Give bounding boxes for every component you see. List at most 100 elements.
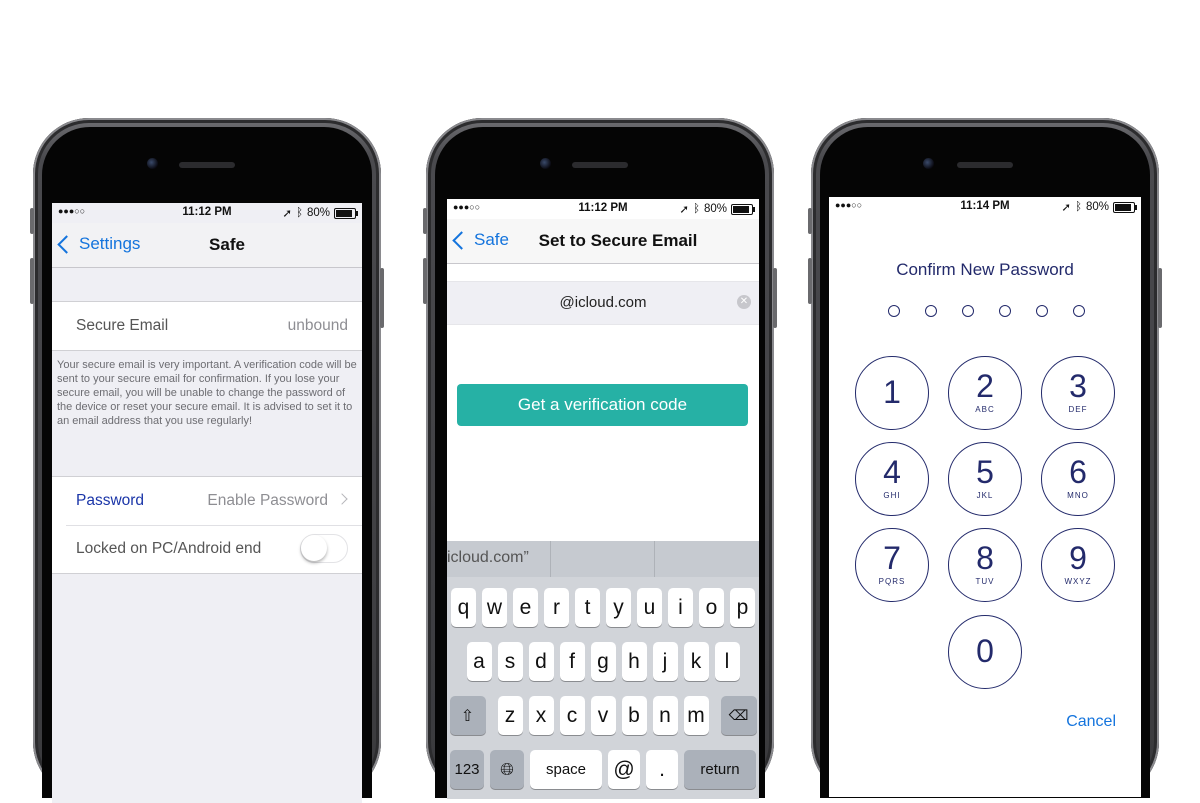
numbers-key[interactable]: 123 bbox=[450, 750, 484, 789]
screen-safe-settings: ●●●○○ 11:12 PM ➚ ᛒ 80% Settings Safe Secur… bbox=[52, 203, 362, 803]
key-row-1: qwertyuiop bbox=[447, 588, 759, 627]
delete-key[interactable]: ⌫ bbox=[720, 696, 757, 735]
get-verification-code-button[interactable]: Get a verification code bbox=[457, 384, 748, 426]
locked-label: Locked on PC/Android end bbox=[76, 540, 262, 557]
status-bar: ●●●○○ 11:14 PM ➚ ᛒ 80% bbox=[829, 197, 1141, 217]
key-row-4: 123 🌐︎ space @ . return bbox=[447, 750, 759, 789]
keypad-digit-5[interactable]: 5 JKL bbox=[948, 442, 1022, 516]
status-bar: ●●●○○ 11:12 PM ➚ ᛒ 80% bbox=[447, 199, 759, 219]
earpiece-speaker bbox=[179, 162, 235, 168]
key-r[interactable]: r bbox=[544, 588, 569, 627]
key-k[interactable]: k bbox=[683, 642, 709, 681]
key-x[interactable]: x bbox=[528, 696, 554, 735]
earpiece-speaker bbox=[957, 162, 1013, 168]
keypad-letters: ABC bbox=[975, 405, 995, 414]
keypad-letters: PQRS bbox=[878, 577, 906, 586]
key-i[interactable]: i bbox=[668, 588, 693, 627]
keypad-digit-label: 9 bbox=[1069, 540, 1087, 576]
keypad-digit-9[interactable]: 9 WXYZ bbox=[1041, 528, 1115, 602]
key-b[interactable]: b bbox=[621, 696, 647, 735]
keypad-digit-label: 8 bbox=[976, 540, 994, 576]
password-value: Enable Password bbox=[207, 492, 328, 509]
keypad-digit-label: 7 bbox=[883, 540, 901, 576]
battery-icon bbox=[1113, 201, 1137, 213]
keypad-digit-3[interactable]: 3 DEF bbox=[1041, 356, 1115, 430]
key-o[interactable]: o bbox=[699, 588, 724, 627]
locked-cell: Locked on PC/Android end bbox=[52, 525, 362, 574]
keypad-digit-label: 3 bbox=[1069, 368, 1087, 404]
key-p[interactable]: p bbox=[730, 588, 755, 627]
screen-set-secure-email: ●●●○○ 11:12 PM ➚ ᛒ 80% Safe Set to Secure … bbox=[447, 199, 759, 799]
passcode-dot bbox=[962, 305, 974, 317]
key-y[interactable]: y bbox=[606, 588, 631, 627]
cancel-button[interactable]: Cancel bbox=[1066, 713, 1116, 731]
key-n[interactable]: n bbox=[652, 696, 678, 735]
keypad-letters: WXYZ bbox=[1064, 577, 1092, 586]
keypad-digit-0[interactable]: 0 bbox=[948, 615, 1022, 689]
navigation-bar: Settings Safe bbox=[52, 223, 362, 268]
bluetooth-icon: ᛒ bbox=[296, 207, 303, 219]
battery-percent: 80% bbox=[306, 207, 330, 219]
key-a[interactable]: a bbox=[466, 642, 492, 681]
chevron-left-icon bbox=[57, 234, 76, 254]
key-d[interactable]: d bbox=[528, 642, 554, 681]
key-u[interactable]: u bbox=[637, 588, 662, 627]
key-h[interactable]: h bbox=[621, 642, 647, 681]
at-key[interactable]: @ bbox=[608, 750, 640, 789]
passcode-dot bbox=[888, 305, 900, 317]
bluetooth-icon: ᛒ bbox=[693, 203, 700, 215]
keypad-digit-4[interactable]: 4 GHI bbox=[855, 442, 929, 516]
return-key[interactable]: return bbox=[684, 750, 756, 789]
key-z[interactable]: z bbox=[497, 696, 523, 735]
status-bar: ●●●○○ 11:12 PM ➚ ᛒ 80% bbox=[52, 203, 362, 223]
password-label: Password bbox=[76, 492, 145, 509]
keypad-digit-label: 6 bbox=[1069, 454, 1087, 490]
secure-email-cell[interactable]: Secure Email unbound bbox=[52, 301, 362, 351]
keypad-digit-label: 0 bbox=[976, 633, 994, 669]
location-icon: ➚ bbox=[282, 208, 293, 220]
bluetooth-icon: ᛒ bbox=[1075, 201, 1082, 213]
location-icon: ➚ bbox=[679, 204, 690, 216]
key-f[interactable]: f bbox=[559, 642, 585, 681]
key-row-3: ⇧ zxcvbnm ⌫ bbox=[447, 696, 759, 735]
passcode-dot bbox=[925, 305, 937, 317]
keypad-digit-label: 1 bbox=[883, 374, 901, 410]
key-t[interactable]: t bbox=[575, 588, 600, 627]
passcode-dot bbox=[999, 305, 1011, 317]
key-l[interactable]: l bbox=[714, 642, 740, 681]
phone-1: ●●●○○ 11:12 PM ➚ ᛒ 80% Settings Safe Secur… bbox=[30, 118, 384, 803]
key-q[interactable]: q bbox=[451, 588, 476, 627]
key-row-2: asdfghjkl bbox=[447, 642, 759, 681]
key-w[interactable]: w bbox=[482, 588, 507, 627]
earpiece-speaker bbox=[572, 162, 628, 168]
key-j[interactable]: j bbox=[652, 642, 678, 681]
dot-key[interactable]: . bbox=[646, 750, 678, 789]
key-s[interactable]: s bbox=[497, 642, 523, 681]
key-e[interactable]: e bbox=[513, 588, 538, 627]
clear-icon[interactable]: ✕ bbox=[737, 295, 751, 309]
page-title: Safe bbox=[209, 235, 245, 254]
keypad-digit-8[interactable]: 8 TUV bbox=[948, 528, 1022, 602]
chevron-left-icon bbox=[452, 230, 471, 250]
keypad-digit-2[interactable]: 2 ABC bbox=[948, 356, 1022, 430]
front-camera bbox=[147, 158, 158, 169]
battery-percent: 80% bbox=[1085, 201, 1109, 213]
globe-icon[interactable]: 🌐︎ bbox=[490, 750, 524, 789]
key-m[interactable]: m bbox=[683, 696, 709, 735]
keypad-digit-7[interactable]: 7 PQRS bbox=[855, 528, 929, 602]
shift-key[interactable]: ⇧ bbox=[449, 696, 486, 735]
email-input[interactable]: @icloud.com ✕ bbox=[447, 281, 759, 325]
suggestion-item[interactable]: icloud.com” bbox=[447, 549, 529, 567]
key-g[interactable]: g bbox=[590, 642, 616, 681]
space-key[interactable]: space bbox=[530, 750, 602, 789]
password-cell[interactable]: Password Enable Password bbox=[52, 476, 362, 525]
key-c[interactable]: c bbox=[559, 696, 585, 735]
keypad-digit-6[interactable]: 6 MNO bbox=[1041, 442, 1115, 516]
chevron-right-icon bbox=[336, 493, 348, 505]
key-v[interactable]: v bbox=[590, 696, 616, 735]
suggestion-bar: icloud.com” bbox=[447, 541, 759, 577]
battery-icon bbox=[731, 203, 755, 215]
locked-toggle[interactable] bbox=[300, 534, 348, 563]
front-camera bbox=[540, 158, 551, 169]
keypad-digit-1[interactable]: 1 bbox=[855, 356, 929, 430]
